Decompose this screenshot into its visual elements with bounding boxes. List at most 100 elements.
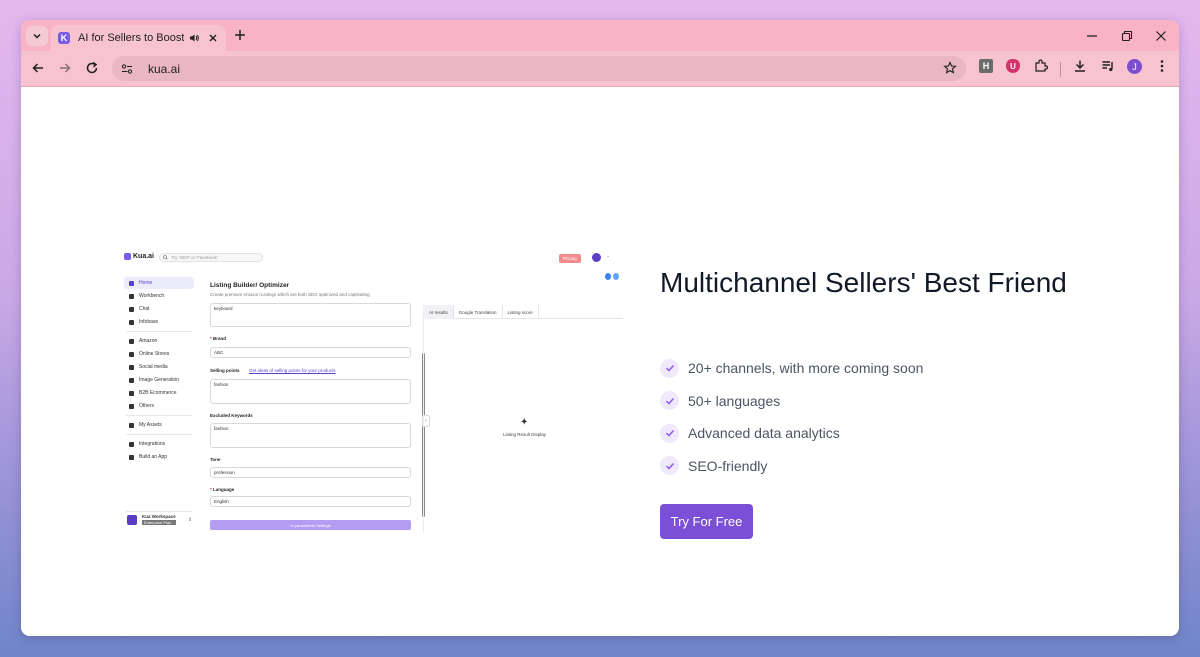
preview-logo-text: Kua.ai — [133, 253, 155, 260]
preview-nav-home: Home — [124, 277, 194, 289]
reload-icon — [86, 61, 98, 74]
social-icon — [129, 364, 134, 370]
feature-text: 20+ channels, with more coming soon — [688, 360, 924, 376]
plus-icon — [235, 30, 245, 40]
tab-search-button[interactable] — [26, 26, 48, 46]
back-button[interactable] — [31, 61, 45, 75]
extension-h-icon[interactable]: H — [979, 59, 993, 73]
download-icon[interactable] — [1073, 59, 1087, 73]
profile-avatar[interactable]: J — [1127, 59, 1142, 74]
preview-nav-label: Amazon — [139, 338, 158, 344]
kua-favicon-icon: K — [58, 32, 70, 44]
preview-nav-label: Image Generation — [139, 377, 180, 383]
browser-tab[interactable]: K AI for Sellers to Boost Multi — [51, 25, 226, 51]
assets-icon — [129, 422, 134, 428]
workspace-name: Kua Workspace — [142, 514, 176, 519]
preview-nav-integrations: Integrations — [124, 438, 194, 450]
browser-window: K AI for Sellers to Boost Multi — [21, 20, 1179, 636]
preview-nav-amazon: Amazon — [124, 335, 194, 347]
preview-nav-my-assets: My Assets — [124, 419, 194, 431]
infobase-icon — [129, 319, 134, 325]
preview-page-title: Listing Builder/ Optimizer — [210, 282, 290, 289]
site-info-icon[interactable] — [120, 62, 134, 76]
preview-language-label: * Language — [210, 487, 235, 492]
preview-tab-listing-score: Listing score — [503, 305, 539, 319]
preview-nav-b2b: B2B Ecommerce — [124, 387, 194, 399]
media-playlist-icon[interactable] — [1101, 59, 1115, 73]
preview-result-placeholder: Listing Result Display — [503, 432, 547, 437]
extension-shield-icon[interactable]: U — [1006, 59, 1020, 73]
preview-nav-label: My Assets — [139, 422, 162, 428]
preview-tone-field: profession — [210, 467, 411, 478]
sparkle-icon: ✦ — [520, 417, 529, 428]
speaker-icon[interactable] — [188, 32, 200, 44]
preview-search-placeholder: Try 'SEO' or 'Facebook' — [171, 255, 218, 260]
close-window-button[interactable] — [1155, 30, 1167, 42]
restore-button[interactable] — [1121, 30, 1133, 42]
reload-button[interactable] — [85, 61, 99, 75]
integrations-icon — [129, 441, 134, 447]
toolbar-separator — [1060, 62, 1061, 77]
preview-pricing-badge: Pricing — [559, 254, 581, 263]
extensions-puzzle-icon[interactable] — [1034, 59, 1048, 73]
check-icon — [660, 423, 679, 443]
close-tab-icon[interactable] — [208, 33, 218, 43]
preview-nav-social-media: Social media — [124, 361, 194, 373]
bookmark-star-icon[interactable] — [943, 61, 957, 75]
preview-nav-label: Online Stores — [139, 351, 170, 357]
preview-result-tabs: AI results Google Translation Listing sc… — [424, 305, 623, 319]
chevron-down-icon: ⌄ — [606, 253, 611, 259]
try-for-free-button[interactable]: Try For Free — [660, 504, 753, 539]
preview-nav-label: Chat — [139, 306, 150, 312]
url-text: kua.ai — [148, 61, 181, 76]
preview-nav-label: Infobase — [139, 319, 159, 325]
check-icon — [660, 358, 679, 378]
preview-divider — [126, 331, 192, 332]
preview-nav-label: Workbench — [139, 293, 165, 299]
page-content: Kua.ai Try 'SEO' or 'Facebook' Pricing ⌄… — [21, 87, 1179, 636]
brand-label-text: Brand — [213, 336, 227, 341]
kua-logo-icon — [124, 253, 131, 260]
check-icon — [660, 391, 679, 410]
workspace-plan: Enterprise Plan — [142, 520, 176, 525]
feature-item: Advanced data analytics — [660, 422, 923, 444]
close-icon — [1156, 31, 1166, 41]
forward-button[interactable] — [58, 61, 72, 75]
preview-user-icon — [592, 253, 601, 262]
preview-language-select: English — [210, 496, 411, 507]
back-arrow-icon — [32, 63, 43, 73]
preview-nav-workbench: Workbench — [124, 290, 194, 302]
forward-arrow-icon — [60, 63, 71, 73]
hero-title: Multichannel Sellers' Best Friend — [660, 267, 1067, 298]
address-bar[interactable]: kua.ai — [112, 56, 966, 81]
preview-nav-label: Others — [139, 403, 155, 409]
search-icon — [163, 255, 168, 260]
check-icon — [660, 456, 679, 475]
preview-tone-label: Tone — [210, 457, 221, 462]
preview-results-panel: AI results Google Translation Listing sc… — [423, 305, 623, 533]
feature-text: 50+ languages — [688, 392, 781, 409]
restore-icon — [1121, 30, 1133, 42]
preview-search: Try 'SEO' or 'Facebook' — [159, 253, 263, 262]
preview-nav-online-stores: Online Stores — [124, 348, 194, 360]
preview-form: keyboard * Brand ABC Selling points Get … — [207, 303, 421, 533]
home-icon — [129, 280, 134, 286]
chat-bubble-icon — [613, 273, 619, 280]
amazon-icon — [129, 338, 134, 344]
tab-strip: K AI for Sellers to Boost Multi — [21, 20, 1179, 51]
new-tab-button[interactable] — [233, 28, 247, 42]
preview-sidebar: Home Workbench Chat Infobase Amazon Onli… — [121, 265, 199, 533]
feature-list: 20+ channels, with more coming soon 50+ … — [660, 357, 923, 487]
preview-nav-label: Social media — [139, 364, 168, 370]
chat-icon — [129, 306, 134, 312]
preview-selling-points-link: Get ideas of selling points for your pro… — [249, 368, 336, 373]
preview-nav-label: Home — [139, 280, 153, 286]
preview-brand-label: * Brand — [210, 336, 227, 341]
others-icon — [129, 403, 134, 409]
menu-kebab-icon[interactable] — [1155, 59, 1169, 73]
minimize-button[interactable] — [1086, 30, 1098, 42]
preview-nav-infobase: Infobase — [124, 316, 194, 328]
preview-keyword-field: keyboard — [210, 303, 411, 327]
feature-text: SEO-friendly — [688, 457, 768, 474]
workspace-text: Kua Workspace Enterprise Plan — [142, 514, 176, 525]
